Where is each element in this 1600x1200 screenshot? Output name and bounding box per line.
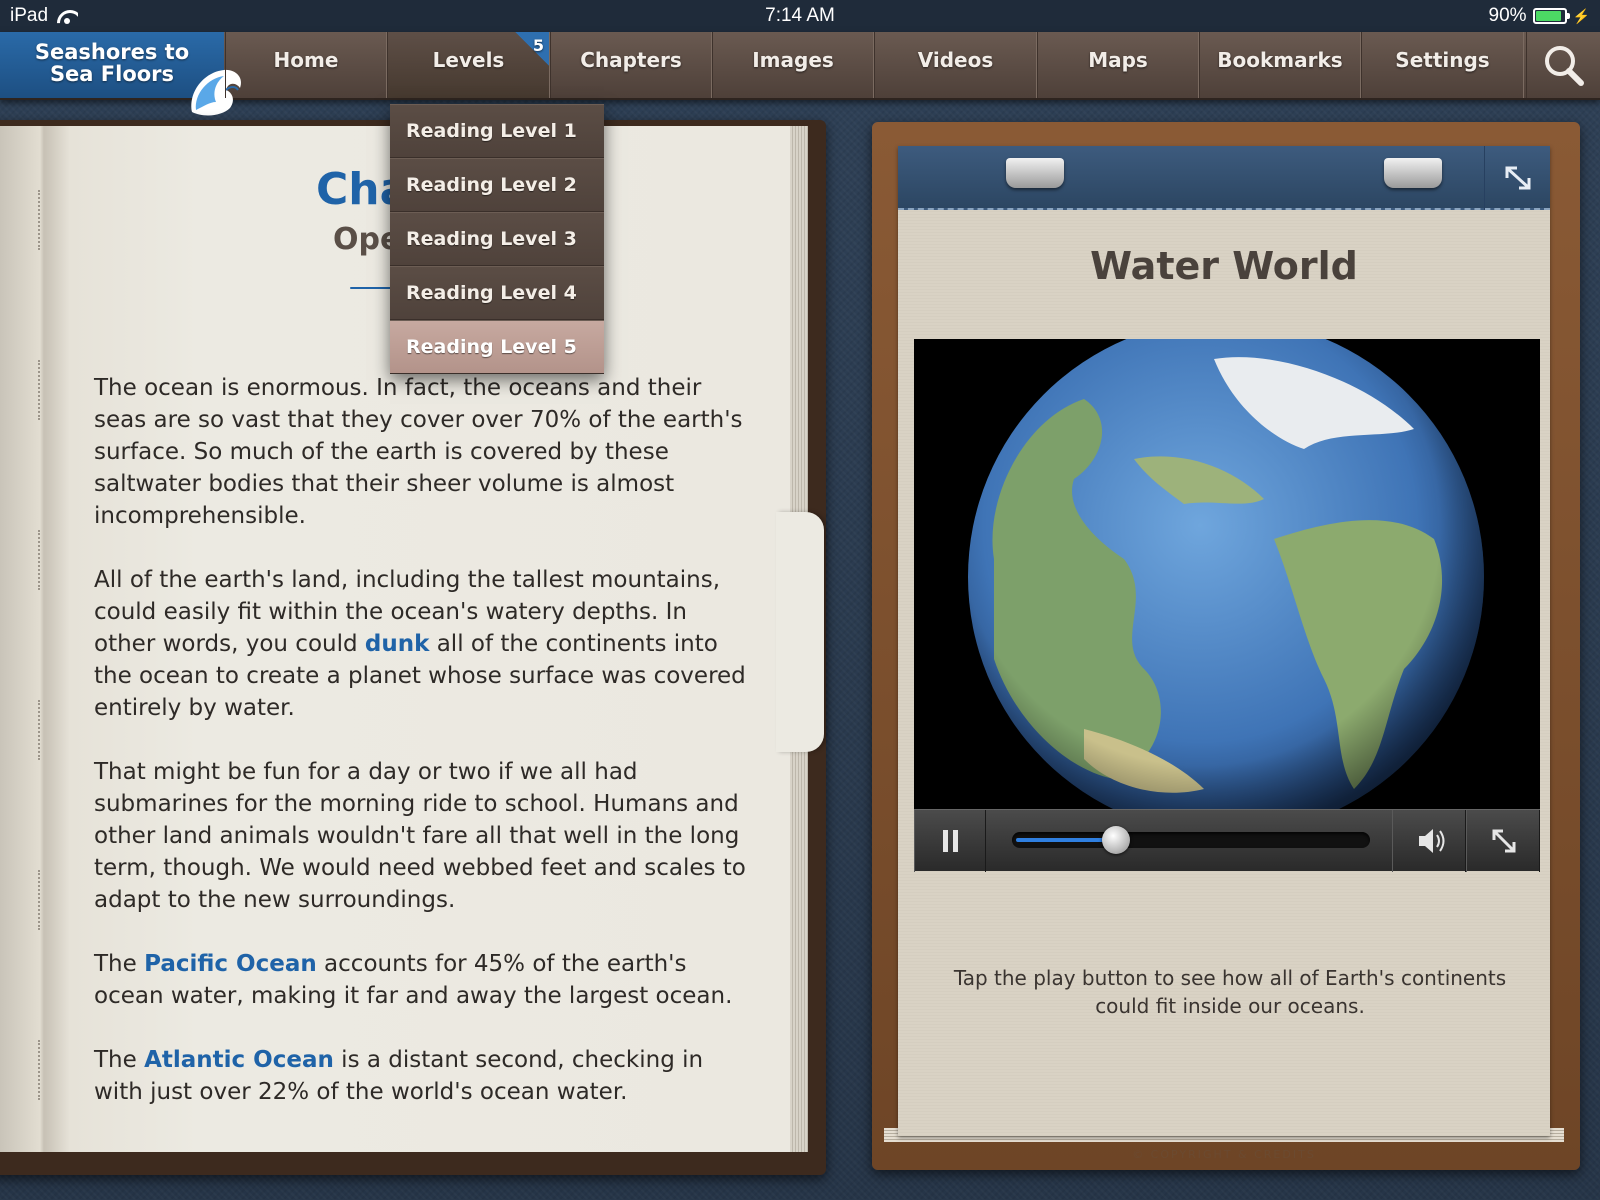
video-scrubber[interactable]	[1012, 826, 1370, 854]
levels-dropdown: Reading Level 1 Reading Level 2 Reading …	[390, 104, 604, 374]
chapter-body: The ocean is enormous. In fact, the ocea…	[94, 372, 754, 1140]
clip-icon	[1006, 158, 1064, 188]
app-title-line1: Seashores to	[34, 40, 190, 64]
panel-expand-button[interactable]	[1484, 146, 1550, 210]
status-bar: iPad 7:14 AM 90% ⚡	[0, 0, 1600, 32]
nav-chapters-label: Chapters	[580, 48, 682, 72]
binding-stitch	[38, 190, 44, 250]
paragraph-text: That might be fun for a day or two if we…	[94, 759, 746, 913]
nav-images-label: Images	[752, 48, 834, 72]
nav-bookmarks-label: Bookmarks	[1217, 48, 1343, 72]
nav-maps-label: Maps	[1088, 48, 1148, 72]
status-right: 90% ⚡	[1489, 5, 1590, 27]
copyright-link[interactable]: © COPYRIGHT & CREDITS	[898, 1148, 1550, 1161]
nav-videos-label: Videos	[917, 48, 994, 72]
paragraph: The Pacific Ocean accounts for 45% of th…	[94, 948, 754, 1012]
nav-images[interactable]: Images	[712, 32, 874, 98]
binding-stitch	[38, 530, 44, 590]
menu-item-reading-level-1[interactable]: Reading Level 1	[390, 104, 604, 158]
search-icon	[1545, 46, 1584, 86]
nav-videos[interactable]: Videos	[874, 32, 1037, 98]
paragraph: The Atlantic Ocean is a distant second, …	[94, 1044, 754, 1108]
charging-icon: ⚡	[1572, 7, 1590, 24]
glossary-link-pacific-ocean[interactable]: Pacific Ocean	[144, 951, 317, 977]
levels-badge: 5	[515, 32, 549, 66]
nav-levels[interactable]: Levels 5	[387, 32, 550, 98]
paragraph-text: The	[94, 951, 145, 977]
nav-maps[interactable]: Maps	[1037, 32, 1199, 98]
nav-home-label: Home	[273, 48, 339, 72]
media-title: Water World	[1090, 244, 1358, 288]
paragraph: The ocean is enormous. In fact, the ocea…	[94, 372, 754, 532]
menu-item-reading-level-4[interactable]: Reading Level 4	[390, 266, 604, 320]
scrubber-handle[interactable]	[1101, 826, 1130, 854]
media-caption: Tap the play button to see how all of Ea…	[953, 966, 1507, 1018]
battery-percent: 90%	[1488, 5, 1527, 26]
binding-stitch	[38, 870, 44, 930]
menu-item-reading-level-2[interactable]: Reading Level 2	[390, 158, 604, 212]
binding-stitch	[38, 360, 44, 420]
menu-item-reading-level-5[interactable]: Reading Level 5	[390, 320, 604, 374]
menu-item-label: Reading Level 3	[406, 228, 577, 250]
nav-settings[interactable]: Settings	[1361, 32, 1524, 98]
menu-item-label: Reading Level 4	[406, 282, 577, 304]
status-time: 7:14 AM	[765, 5, 835, 26]
levels-badge-count: 5	[532, 36, 544, 55]
video-player[interactable]	[914, 339, 1540, 809]
menu-item-label: Reading Level 1	[406, 120, 577, 142]
paragraph-text: The ocean is enormous. In fact, the ocea…	[94, 375, 743, 529]
globe-video-frame	[968, 339, 1484, 809]
video-controls	[914, 809, 1540, 872]
panel-header	[898, 146, 1550, 210]
expand-icon	[1505, 166, 1531, 190]
menu-item-reading-level-3[interactable]: Reading Level 3	[390, 212, 604, 266]
clip-icon	[1384, 158, 1442, 188]
binding-stitch	[38, 700, 44, 760]
paragraph-text: The	[94, 1047, 145, 1073]
menu-item-label: Reading Level 2	[406, 174, 577, 196]
nav-bookmarks[interactable]: Bookmarks	[1199, 32, 1361, 98]
fullscreen-icon	[1492, 829, 1516, 853]
fullscreen-button[interactable]	[1466, 810, 1540, 872]
page-tab[interactable]	[776, 512, 824, 752]
app-logo[interactable]: Seashores to Sea Floors	[0, 32, 242, 116]
main-nav: Seashores to Sea Floors Home Levels 5 Ch…	[0, 32, 1600, 116]
glossary-link-atlantic-ocean[interactable]: Atlantic Ocean	[144, 1047, 334, 1073]
battery-icon	[1532, 8, 1570, 24]
menu-item-label: Reading Level 5	[406, 336, 577, 358]
glossary-link-dunk[interactable]: dunk	[365, 631, 430, 657]
nav-home[interactable]: Home	[225, 32, 387, 98]
volume-icon	[1419, 829, 1445, 853]
pause-button[interactable]	[914, 810, 986, 872]
paragraph: All of the earth's land, including the t…	[94, 564, 754, 724]
nav-settings-label: Settings	[1395, 48, 1490, 72]
pause-icon	[943, 830, 958, 852]
nav-levels-label: Levels	[432, 48, 505, 72]
paragraph: That might be fun for a day or two if we…	[94, 756, 754, 916]
binding-stitch	[38, 1040, 44, 1100]
volume-button[interactable]	[1392, 810, 1466, 872]
search-button[interactable]	[1526, 32, 1600, 98]
nav-chapters[interactable]: Chapters	[550, 32, 712, 98]
